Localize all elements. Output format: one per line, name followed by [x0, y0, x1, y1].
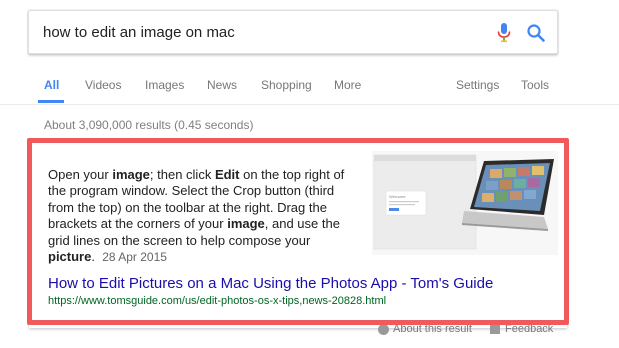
snippet-thumbnail-image[interactable]: Welcome [372, 151, 558, 255]
snippet-date: 28 Apr 2015 [102, 250, 167, 265]
snippet-bold-term: picture [48, 249, 92, 265]
snippet-text-part: ; then click [149, 167, 215, 182]
tab-all[interactable]: All [44, 78, 59, 92]
result-url[interactable]: https://www.tomsguide.com/us/edit-photos… [48, 295, 386, 307]
tab-shopping[interactable]: Shopping [261, 78, 312, 92]
snippet-bold-term: image [112, 167, 150, 182]
tab-more[interactable]: More [334, 78, 361, 92]
search-box[interactable]: how to edit an image on mac [28, 10, 558, 54]
tab-tools[interactable]: Tools [521, 78, 549, 92]
tab-news[interactable]: News [207, 78, 237, 92]
active-tab-indicator [38, 100, 64, 103]
search-icon[interactable] [526, 23, 546, 43]
featured-snippet-highlight: Open your image; then click Edit on the … [27, 138, 569, 325]
snippet-text-part: . [91, 249, 95, 265]
snippet-bold-term: Edit [214, 167, 240, 182]
result-stats: About 3,090,000 results (0.45 seconds) [44, 118, 254, 132]
thumbnail-caption: Welcome [389, 194, 406, 199]
feedback-icon[interactable] [490, 325, 500, 334]
result-title-link[interactable]: How to Edit Pictures on a Mac Using the … [48, 275, 493, 292]
tab-videos[interactable]: Videos [85, 78, 121, 92]
search-tabs: All Videos Images News Shopping More Set… [28, 66, 568, 106]
microphone-icon[interactable] [496, 22, 512, 44]
search-input[interactable]: how to edit an image on mac [43, 24, 235, 41]
snippet-text: Open your image; then click Edit on the … [48, 167, 363, 265]
snippet-text-part: Open your [48, 167, 113, 182]
snippet-bold-term: image [227, 216, 265, 232]
tab-images[interactable]: Images [145, 78, 184, 92]
tabs-divider [0, 104, 619, 105]
info-icon[interactable] [378, 324, 389, 335]
tab-settings[interactable]: Settings [456, 78, 499, 92]
